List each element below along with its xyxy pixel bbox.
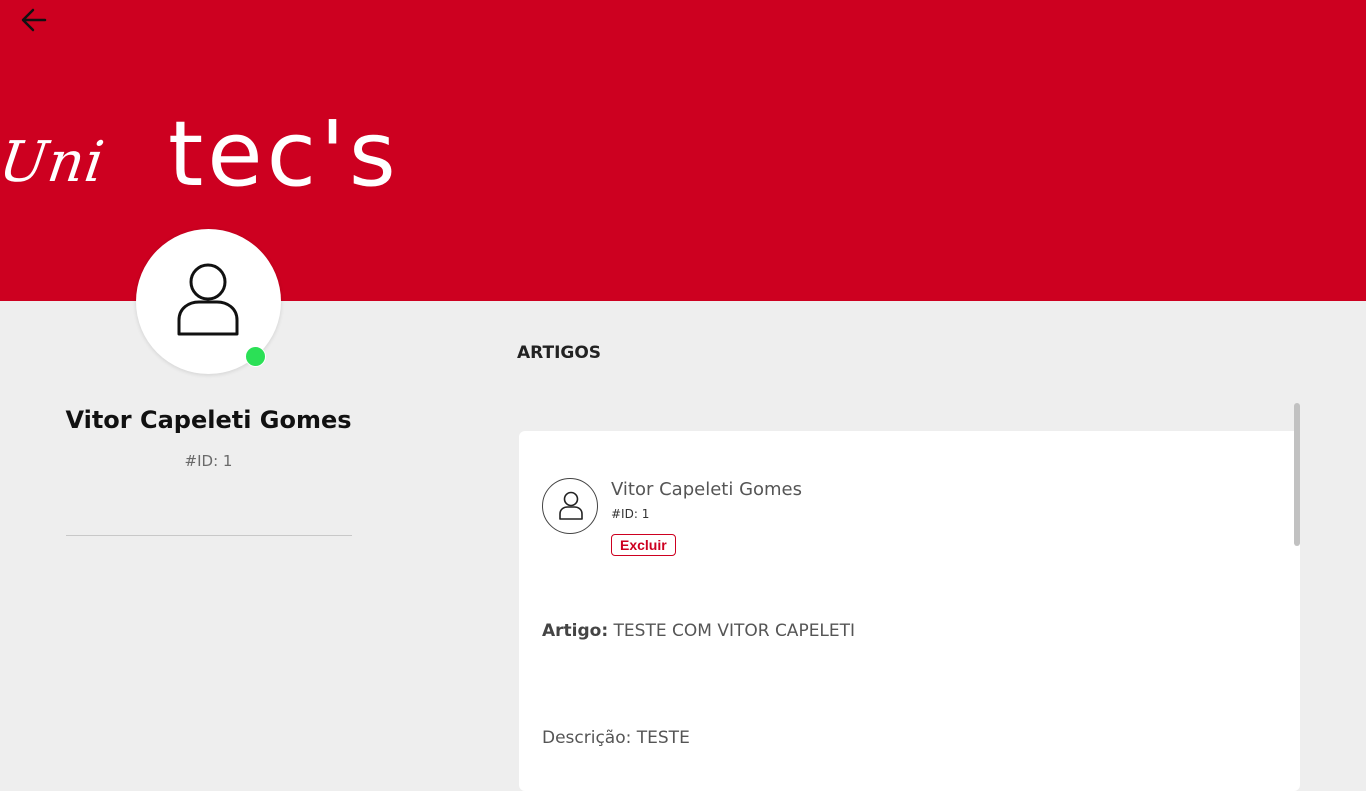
profile-id: #ID: 1 xyxy=(184,452,233,470)
post-author-name: Vitor Capeleti Gomes xyxy=(611,479,803,500)
online-status-indicator xyxy=(245,346,266,367)
profile-divider xyxy=(66,535,352,536)
user-icon xyxy=(177,263,239,336)
delete-article-button[interactable]: Excluir xyxy=(611,534,676,556)
article-title-line: Artigo: TESTE COM VITOR CAPELETI xyxy=(542,621,855,641)
back-button[interactable] xyxy=(18,6,50,34)
articles-section-title: ARTIGOS xyxy=(517,343,602,363)
logo: Uni tec's xyxy=(0,102,480,212)
articles-scrollbar[interactable] xyxy=(1294,403,1300,546)
arrow-left-icon xyxy=(21,8,47,32)
article-title: TESTE COM VITOR CAPELETI xyxy=(613,621,856,641)
article-label: Artigo: xyxy=(542,621,609,641)
user-icon xyxy=(559,491,583,520)
profile-name: Vitor Capeleti Gomes xyxy=(65,406,352,434)
post-author-id: #ID: 1 xyxy=(611,507,650,521)
logo-uni-text: Uni xyxy=(0,130,109,195)
logo-tec-text: tec's xyxy=(168,102,400,207)
article-description: Descrição: TESTE xyxy=(542,728,690,748)
post-author-avatar xyxy=(542,478,598,534)
